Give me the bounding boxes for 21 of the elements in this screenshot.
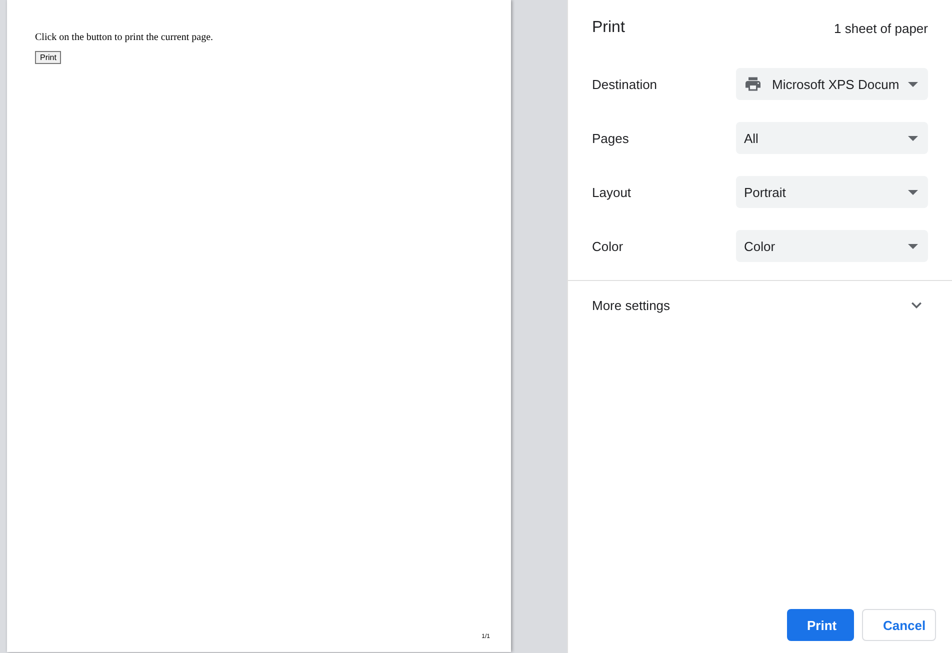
print-button[interactable]: Print: [787, 609, 854, 641]
dropdown[interactable]: All: [736, 122, 928, 154]
more-settings-toggle[interactable]: More settings: [592, 281, 928, 329]
setting-label: Layout: [592, 184, 632, 200]
dialog-title: Print: [592, 19, 625, 37]
caret-icon: [908, 190, 918, 194]
print-button[interactable]: Print: [35, 51, 62, 64]
setting-label: Pages: [592, 130, 629, 146]
cancel-button[interactable]: Cancel: [862, 609, 936, 641]
dropdown[interactable]: Color: [736, 230, 928, 262]
dropdown[interactable]: Portrait: [736, 176, 928, 208]
chevron-icon: [911, 302, 922, 308]
dropdown[interactable]: Microsoft XPS Docum: [736, 68, 928, 100]
caret-icon: [908, 136, 918, 140]
page-text: Click on the button to print the current page.: [35, 32, 214, 43]
sheet-count: 1 sheet of paper: [834, 20, 928, 36]
setting-label: Color: [592, 238, 624, 254]
caret-icon: [908, 244, 918, 248]
setting-label: Destination: [592, 76, 658, 92]
caret-icon: [908, 82, 918, 86]
printer-icon: [744, 75, 762, 93]
